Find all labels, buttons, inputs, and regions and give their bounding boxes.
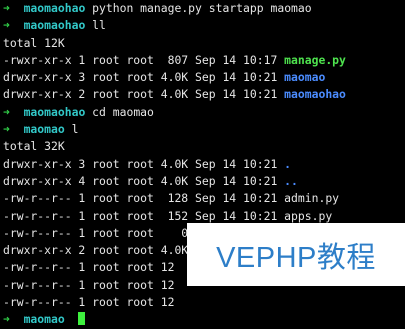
terminal-line: ➜ maomao xyxy=(3,311,403,328)
ls-meta: drwxr-xr-x 3 root root 4.0K Sep 14 10:21 xyxy=(3,70,285,85)
command-text: cd maomao xyxy=(92,104,154,119)
prompt-arrow-icon: ➜ xyxy=(3,18,10,33)
output-text: -rw-r--r-- 1 root root 12 xyxy=(3,260,175,275)
ls-meta: drwxr-xr-x 2 root root 4.0K Sep 14 10:21 xyxy=(3,87,285,102)
prompt-cwd: maomaohao xyxy=(23,104,86,119)
terminal-line: -rw-r--r-- 1 root root 12 xyxy=(3,294,403,311)
output-text: -rw-r--r-- 1 root root 12 xyxy=(3,295,175,310)
terminal-line: drwxr-xr-x 3 root root 4.0K Sep 14 10:21… xyxy=(3,156,403,173)
command-text: python manage.py startapp maomao xyxy=(92,1,312,15)
watermark-text: VEPHP教程 xyxy=(216,241,376,274)
terminal-line: -rwxr-xr-x 1 root root 807 Sep 14 10:17 … xyxy=(3,52,403,69)
ls-meta: -rw-r--r-- 1 root root 152 Sep 14 10:21 xyxy=(3,208,285,223)
prompt-arrow-icon: ➜ xyxy=(3,122,10,137)
terminal-line: drwxr-xr-x 2 root root 4.0K Sep 14 10:21… xyxy=(3,86,403,103)
prompt-arrow-icon: ➜ xyxy=(3,1,10,15)
command-text: ll xyxy=(92,18,106,33)
ls-entry-name: apps.py xyxy=(284,208,333,223)
prompt-cwd: maomaohao xyxy=(23,18,86,33)
ls-meta: -rw-r--r-- 1 root root 128 Sep 14 10:21 xyxy=(3,191,285,206)
terminal-line: ➜ maomao l xyxy=(3,121,403,138)
prompt-cwd: maomao xyxy=(23,312,65,327)
ls-meta: drwxr-xr-x 4 root root 4.0K Sep 14 10:21 xyxy=(3,173,285,188)
ls-entry-name: manage.py xyxy=(284,52,346,67)
watermark-overlay: VEPHP教程 xyxy=(187,223,405,286)
terminal-line: drwxr-xr-x 4 root root 4.0K Sep 14 10:21… xyxy=(3,173,403,190)
ls-entry-name: maomaohao xyxy=(284,87,346,102)
output-text: total 12K xyxy=(3,35,65,50)
command-text: l xyxy=(71,122,79,137)
prompt-cwd: maomao xyxy=(23,122,65,137)
terminal-line: ➜ maomaohao cd maomao xyxy=(3,104,403,121)
prompt-arrow-icon: ➜ xyxy=(3,312,10,327)
ls-entry-name: maomao xyxy=(284,70,326,85)
terminal-line: total 12K xyxy=(3,35,403,52)
output-text: total 32K xyxy=(3,139,65,154)
ls-entry-name: admin.py xyxy=(284,191,340,206)
prompt-arrow-icon: ➜ xyxy=(3,104,10,119)
ls-meta: -rwxr-xr-x 1 root root 807 Sep 14 10:17 xyxy=(3,52,285,67)
terminal-line: total 32K xyxy=(3,138,403,155)
terminal-line: ➜ maomaohao ll xyxy=(3,17,403,34)
ls-entry-name: . xyxy=(284,156,292,171)
cursor-block[interactable] xyxy=(78,312,86,326)
ls-meta: drwxr-xr-x 3 root root 4.0K Sep 14 10:21 xyxy=(3,156,285,171)
ls-entry-name: .. xyxy=(284,173,298,188)
terminal-line: drwxr-xr-x 3 root root 4.0K Sep 14 10:21… xyxy=(3,69,403,86)
output-text: -rw-r--r-- 1 root root 12 xyxy=(3,277,175,292)
terminal-line: -rw-r--r-- 1 root root 128 Sep 14 10:21 … xyxy=(3,190,403,207)
terminal-line: ➜ maomaohao python manage.py startapp ma… xyxy=(3,0,403,17)
prompt-cwd: maomaohao xyxy=(23,1,86,15)
